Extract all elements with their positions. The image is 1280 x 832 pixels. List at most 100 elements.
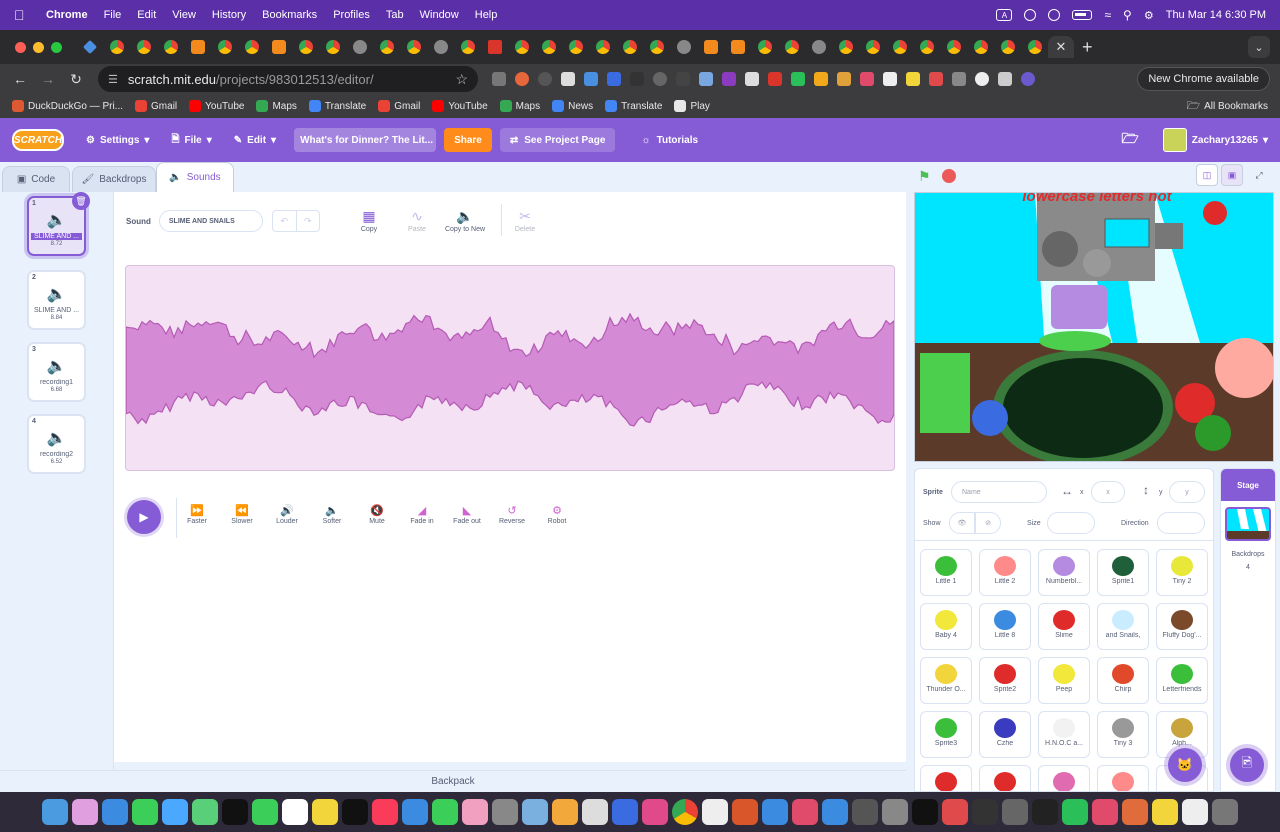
reload-icon[interactable]: ↻ xyxy=(68,71,84,88)
input-source-icon[interactable]: A xyxy=(996,9,1013,21)
profile-avatar-icon[interactable] xyxy=(1021,72,1035,86)
new-tab-icon[interactable]: + xyxy=(1082,37,1093,58)
tutorials-button[interactable]: ☼ Tutorials xyxy=(641,135,698,146)
browser-tab[interactable] xyxy=(400,36,427,58)
extension-icon[interactable] xyxy=(906,72,920,86)
browser-tab[interactable] xyxy=(562,36,589,58)
numbers-icon[interactable] xyxy=(432,799,458,825)
chatgpt-icon[interactable] xyxy=(222,799,248,825)
search-icon[interactable]: ⚲ xyxy=(1123,8,1132,22)
effect-fade-in-button[interactable]: ◢ Fade in xyxy=(399,504,445,525)
menu-profiles[interactable]: Profiles xyxy=(333,9,370,21)
menu-window[interactable]: Window xyxy=(420,9,459,21)
sprite-thumbnail[interactable]: Tiny 3 xyxy=(1097,711,1149,758)
browser-tab[interactable] xyxy=(994,36,1021,58)
sprite-thumbnail[interactable]: Little 1 xyxy=(920,549,972,596)
show-hidden-icon[interactable]: ⊘ xyxy=(975,512,1001,534)
scratch-logo[interactable]: SCRATCH xyxy=(12,129,64,151)
share-button[interactable]: Share xyxy=(444,128,492,152)
menu-tab[interactable]: Tab xyxy=(386,9,404,21)
preview-icon[interactable] xyxy=(522,799,548,825)
app-icon[interactable] xyxy=(1062,799,1088,825)
safari-icon[interactable] xyxy=(102,799,128,825)
browser-tab[interactable] xyxy=(103,36,130,58)
app-icon[interactable] xyxy=(1152,799,1178,825)
bookmark-item[interactable]: Translate xyxy=(308,100,366,112)
bookmark-item[interactable]: YouTube xyxy=(432,100,488,112)
active-tab[interactable]: ✕ xyxy=(1048,36,1074,58)
choose-sprite-button[interactable]: 🐱 xyxy=(1168,748,1202,782)
file-menu[interactable]: 🗎 File ▾ xyxy=(171,132,211,149)
effect-robot-button[interactable]: ⚙ Robot xyxy=(534,504,580,525)
app-menu[interactable]: Chrome xyxy=(46,9,88,21)
app-icon[interactable] xyxy=(642,799,668,825)
clock[interactable]: Thu Mar 14 6:30 PM xyxy=(1166,9,1266,21)
address-bar[interactable]: ☰ scratch.mit.edu/projects/983012513/edi… xyxy=(98,66,478,92)
sound-item[interactable]: 1 🔈 SLIME AND ... 8.72 🗑 xyxy=(27,192,90,256)
browser-tab[interactable] xyxy=(211,36,238,58)
extension-icon[interactable] xyxy=(538,72,552,86)
roblox-icon[interactable] xyxy=(582,799,608,825)
browser-tab[interactable] xyxy=(292,36,319,58)
browser-tab[interactable] xyxy=(940,36,967,58)
finder-icon[interactable] xyxy=(42,799,68,825)
browser-tab[interactable] xyxy=(886,36,913,58)
menu-file[interactable]: File xyxy=(104,9,122,21)
extension-icon[interactable] xyxy=(883,72,897,86)
browser-tab[interactable] xyxy=(184,36,211,58)
minimize-window-icon[interactable] xyxy=(33,41,44,53)
extension-icon[interactable] xyxy=(791,72,805,86)
sprite-thumbnail[interactable]: Letterfriends xyxy=(1156,657,1208,704)
sprite-thumbnail[interactable]: Fluffy Dog'... xyxy=(1156,603,1208,650)
sprite-thumbnail[interactable]: Czhe xyxy=(979,711,1031,758)
browser-tab[interactable] xyxy=(265,36,292,58)
browser-tab[interactable] xyxy=(724,36,751,58)
google-icon[interactable] xyxy=(975,72,989,86)
size-input[interactable] xyxy=(1047,512,1095,534)
extensions-puzzle-icon[interactable] xyxy=(952,72,966,86)
browser-tab[interactable] xyxy=(508,36,535,58)
effect-fade-out-button[interactable]: ◣ Fade out xyxy=(444,504,490,525)
sprite-thumbnail[interactable]: Little 2 xyxy=(979,549,1031,596)
y-input[interactable]: y xyxy=(1169,481,1205,503)
sprite-thumbnail[interactable]: Numberbl... xyxy=(1038,549,1090,596)
effect-mute-button[interactable]: 🔇 Mute xyxy=(354,504,400,525)
site-info-icon[interactable]: ☰ xyxy=(108,73,118,86)
user-icon[interactable] xyxy=(1048,9,1061,21)
browser-tab[interactable] xyxy=(481,36,508,58)
tab-code[interactable]: ▣ Code xyxy=(2,166,70,192)
extension-icon[interactable] xyxy=(768,72,782,86)
direction-input[interactable] xyxy=(1157,512,1205,534)
copy-button[interactable]: ▦ Copy xyxy=(347,208,391,233)
close-window-icon[interactable] xyxy=(15,41,26,53)
sprite-thumbnail[interactable] xyxy=(1038,765,1090,791)
sprite-thumbnail[interactable]: Sprite1 xyxy=(1097,549,1149,596)
x-input[interactable]: x xyxy=(1091,481,1125,503)
fullscreen-icon[interactable]: ⤢ xyxy=(1248,164,1270,186)
document-icon[interactable] xyxy=(1182,799,1208,825)
extension-icon[interactable] xyxy=(837,72,851,86)
trash-icon[interactable]: 🗑 xyxy=(72,192,90,210)
activity-monitor-icon[interactable] xyxy=(1032,799,1058,825)
trash-icon[interactable] xyxy=(1212,799,1238,825)
menu-bookmarks[interactable]: Bookmarks xyxy=(262,9,317,21)
app-store-icon[interactable] xyxy=(822,799,848,825)
browser-tab[interactable] xyxy=(238,36,265,58)
music-icon[interactable] xyxy=(372,799,398,825)
font-book-icon[interactable] xyxy=(492,799,518,825)
facetime-icon[interactable] xyxy=(252,799,278,825)
extension-icon[interactable] xyxy=(699,72,713,86)
new-chrome-available-button[interactable]: New Chrome available xyxy=(1137,67,1270,91)
sidepanel-icon[interactable] xyxy=(998,72,1012,86)
capcut-icon[interactable] xyxy=(912,799,938,825)
appletv-icon[interactable] xyxy=(342,799,368,825)
bookmark-item[interactable]: DuckDuckGo — Pri... xyxy=(12,100,123,112)
help-icon[interactable] xyxy=(852,799,878,825)
stage-panel[interactable]: Stage Backdrops 4 xyxy=(1220,468,1276,792)
sound-item[interactable]: 4 🔈 recording2 6.52 xyxy=(27,414,86,474)
sprite-thumbnail[interactable]: Sprite3 xyxy=(920,711,972,758)
apple-icon[interactable]:  xyxy=(14,8,28,22)
control-center-icon[interactable]: ⚙ xyxy=(1144,9,1154,22)
browser-tab[interactable] xyxy=(616,36,643,58)
extension-icon[interactable] xyxy=(722,72,736,86)
